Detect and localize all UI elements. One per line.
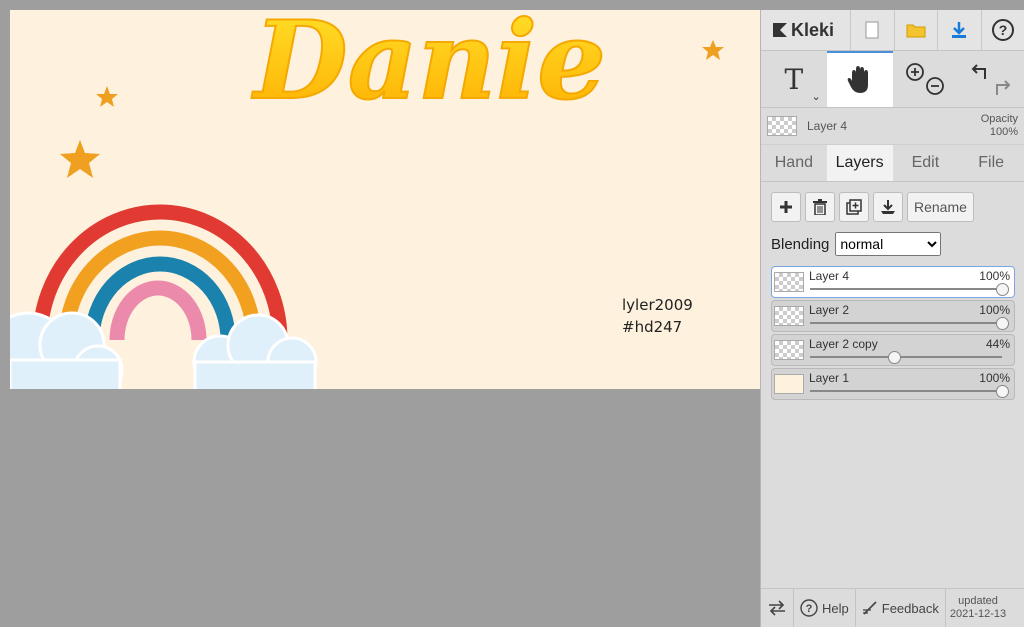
- trash-icon: [813, 199, 827, 215]
- updated-label: updated: [958, 595, 998, 607]
- hand-icon: [847, 66, 868, 93]
- layer-opacity-track[interactable]: [810, 390, 1002, 392]
- layer-opacity-knob[interactable]: [887, 351, 901, 364]
- top-toolbar: Kleki ?: [761, 10, 1024, 51]
- layer-thumbnail: [774, 340, 804, 360]
- blending-row: Blending normal: [761, 222, 1024, 256]
- blending-label: Blending: [771, 235, 830, 253]
- layer-opacity-percent: 44%: [985, 337, 1010, 351]
- layer-opacity-track[interactable]: [810, 322, 1002, 324]
- star-shape: [702, 40, 724, 60]
- tab-layers[interactable]: Layers: [826, 145, 893, 181]
- download-icon: [952, 22, 967, 38]
- plus-icon: [780, 201, 792, 213]
- swap-arrows-icon: [769, 600, 785, 616]
- zoom-in-out-icon: [906, 63, 945, 95]
- duplicate-layer-button[interactable]: [839, 192, 869, 222]
- svg-text:?: ?: [806, 603, 813, 615]
- blending-select[interactable]: normal: [835, 232, 942, 256]
- drawing-canvas[interactable]: Danie lyler2009 #hd247: [10, 10, 760, 389]
- layer-row-layer-4[interactable]: Layer 4 100%: [771, 266, 1015, 298]
- layer-name: Layer 4: [809, 269, 850, 283]
- current-layer-info: Layer 4 Opacity 100%: [761, 108, 1024, 145]
- download-button[interactable]: [937, 10, 980, 50]
- layer-row-layer-2[interactable]: Layer 2 100%: [771, 300, 1015, 332]
- layer-row-layer-1[interactable]: Layer 1 100%: [771, 368, 1015, 400]
- feedback-pen-icon: [862, 601, 877, 615]
- swap-sides-button[interactable]: [761, 589, 794, 627]
- current-layer-name: Layer 4: [807, 119, 848, 133]
- opacity-label: Opacity: [980, 113, 1018, 125]
- text-tool-icon: T: [784, 62, 804, 96]
- delete-layer-button[interactable]: [805, 192, 835, 222]
- opacity-value: 100%: [989, 126, 1018, 138]
- kleki-logo[interactable]: Kleki: [761, 20, 850, 41]
- merge-down-icon: [881, 200, 895, 214]
- cloud-left: [10, 311, 124, 389]
- layer-thumbnail: [774, 374, 804, 394]
- drawing-workspace[interactable]: Danie lyler2009 #hd247: [0, 0, 760, 627]
- current-layer-thumbnail: [767, 116, 797, 136]
- layer-name: Layer 1: [809, 371, 850, 385]
- layer-thumbnail: [774, 272, 804, 292]
- help-link[interactable]: ? Help: [794, 589, 856, 627]
- tool-row: T ⌄: [761, 51, 1024, 108]
- bottom-bar: ? Help Feedback updated 2021-12-13: [761, 588, 1024, 627]
- tab-edit[interactable]: Edit: [893, 145, 959, 181]
- undo-redo-tool[interactable]: [958, 51, 1024, 107]
- layer-row-layer-2-copy[interactable]: Layer 2 copy 44%: [771, 334, 1015, 366]
- duplicate-icon: [846, 199, 862, 215]
- star-shape: [60, 140, 100, 178]
- rainbow-pink-arc: [109, 280, 207, 341]
- layer-opacity-percent: 100%: [979, 303, 1010, 317]
- svg-text:?: ?: [998, 22, 1007, 38]
- undo-redo-icon: [971, 64, 1011, 95]
- layer-actions: Rename: [761, 182, 1024, 222]
- layer-opacity-track[interactable]: [810, 356, 1002, 358]
- layer-opacity-knob[interactable]: [995, 283, 1009, 296]
- layer-name: Layer 2 copy: [809, 337, 878, 351]
- signature-line-1: lyler2009: [622, 296, 693, 314]
- updated-date: 2021-12-13: [949, 608, 1007, 620]
- star-shape: [96, 86, 118, 107]
- layer-name: Layer 2: [809, 303, 850, 317]
- app-name: Kleki: [791, 19, 835, 40]
- cloud-right: [192, 313, 318, 389]
- feedback-link[interactable]: Feedback: [856, 589, 946, 627]
- zoom-tool[interactable]: [893, 51, 959, 107]
- add-layer-button[interactable]: [771, 192, 801, 222]
- layer-opacity-track[interactable]: [810, 288, 1002, 290]
- new-file-icon: [865, 21, 879, 39]
- title-lettering: Danie: [251, 10, 606, 124]
- layer-opacity-percent: 100%: [979, 371, 1010, 385]
- help-circle-icon: ?: [800, 599, 818, 617]
- side-panel: Kleki ? T ⌄ Layer 4 Opacity 100% Hand La…: [760, 10, 1024, 627]
- help-label: Help: [822, 600, 849, 616]
- layer-opacity-knob[interactable]: [995, 385, 1009, 398]
- help-button[interactable]: ?: [980, 10, 1024, 50]
- new-file-button[interactable]: [850, 10, 893, 50]
- layer-opacity-knob[interactable]: [995, 317, 1009, 330]
- open-file-button[interactable]: [893, 10, 937, 50]
- layer-thumbnail: [774, 306, 804, 326]
- current-layer-opacity: Opacity 100%: [981, 113, 1018, 139]
- merge-down-button[interactable]: [873, 192, 903, 222]
- signature-line-2: #hd247: [622, 318, 683, 336]
- kleki-logo-icon: [773, 23, 787, 37]
- chevron-down-icon[interactable]: ⌄: [812, 90, 821, 103]
- tab-file[interactable]: File: [958, 145, 1024, 181]
- layer-opacity-percent: 100%: [979, 269, 1010, 283]
- feedback-label: Feedback: [881, 600, 939, 616]
- text-tool-button[interactable]: T ⌄: [761, 51, 827, 107]
- updated-info: updated 2021-12-13: [946, 595, 1010, 621]
- panel-tabs: Hand Layers Edit File: [761, 145, 1024, 182]
- rename-layer-button[interactable]: Rename: [907, 192, 974, 222]
- tab-hand[interactable]: Hand: [761, 145, 827, 181]
- layer-list: Layer 4 100% Layer 2 100% Layer 2 copy 4…: [761, 256, 1024, 400]
- open-folder-icon: [906, 24, 926, 38]
- help-icon: ?: [991, 19, 1014, 41]
- hand-tool-button[interactable]: [826, 51, 893, 107]
